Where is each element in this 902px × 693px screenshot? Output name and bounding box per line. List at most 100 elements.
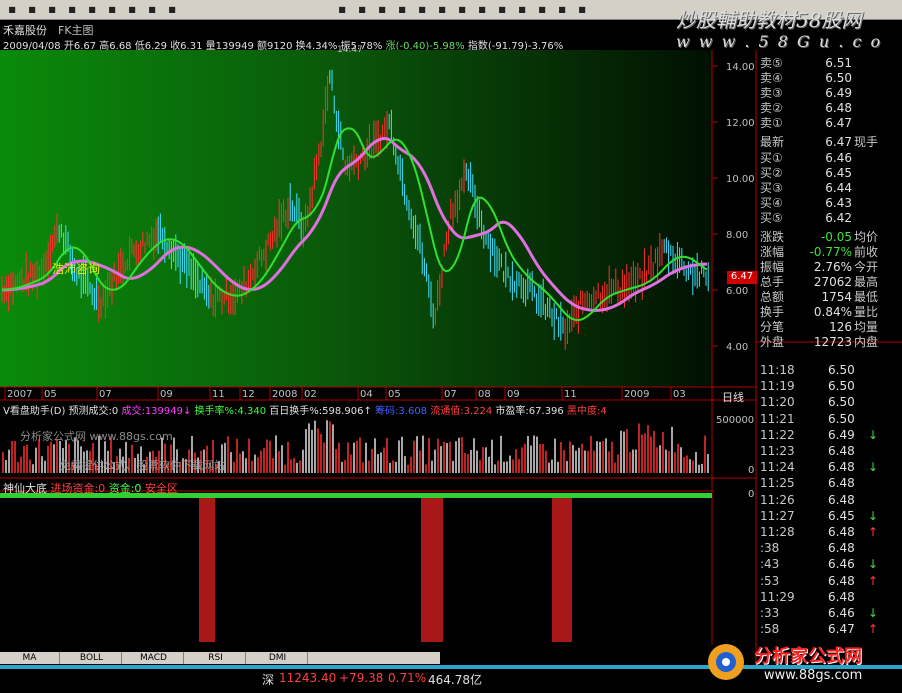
vol-max: 500000 — [716, 415, 755, 426]
tick-arrow: ↓ — [868, 557, 879, 572]
quote-value: 12723 — [813, 335, 852, 349]
price-tick-label: 14.00 — [726, 62, 755, 73]
vol-min: 0 — [748, 465, 755, 476]
date-label: 11 — [564, 389, 577, 400]
quote-label: 涨幅 — [760, 245, 785, 259]
quote-label: 买③ — [760, 181, 783, 195]
quote-value: 6.50 — [825, 71, 852, 85]
tick-time: 11:23 — [760, 444, 795, 458]
tick-arrow: ↓ — [868, 606, 879, 620]
vol-ltz: 流通值:3.224 — [430, 406, 493, 417]
quote-row: 买④ 6.43 — [756, 196, 902, 211]
tick-arrow: ↓ — [868, 460, 879, 475]
date-label: 09 — [160, 389, 173, 400]
quote-label: 买② — [760, 166, 783, 180]
vol-turn: 换手率%:4.340 — [194, 406, 267, 417]
quote-row: 振幅 2.76% 今开 — [756, 260, 902, 275]
tick-time: 11:22 — [760, 427, 795, 442]
date-label: 04 — [360, 389, 373, 400]
date-label: 02 — [304, 389, 317, 400]
logo-flower-icon — [708, 644, 744, 680]
quote-label: 外盘 — [760, 335, 785, 349]
quote-value: 6.45 — [825, 166, 852, 180]
quote-value: 6.42 — [825, 211, 852, 225]
quote-value: 6.51 — [825, 56, 852, 70]
tick-row: 11:25 6.48 — [756, 475, 902, 491]
bottom-a: 进场资金:0 — [50, 482, 106, 495]
quote-value: 6.46 — [825, 151, 852, 165]
tick-row: 11:21 6.50 — [756, 411, 902, 427]
tab-macd[interactable]: MACD — [124, 652, 184, 664]
tick-price: 6.45 — [828, 508, 855, 523]
price-tick-label: 4.00 — [726, 342, 748, 353]
quote-row: 卖⑤ 6.51 — [756, 56, 902, 71]
quote-row: 涨幅 -0.77% 前收 — [756, 245, 902, 260]
vol-panel-header: V看盘助手(D) 预测成交:0 成交:139949↓ 换手率%:4.340 百日… — [3, 402, 607, 417]
quote-value: -0.77% — [809, 245, 852, 259]
quote-row: 分笔 126 均量 — [756, 320, 902, 335]
date-label: 08 — [478, 389, 491, 400]
price-tick-label: 8.00 — [726, 230, 748, 241]
quote-right-label: 最低 — [854, 290, 879, 304]
quote-label: 总额 — [760, 290, 785, 304]
tick-time: 11:29 — [760, 589, 795, 604]
quote-label: 卖⑤ — [760, 56, 783, 70]
date-label: 2007 — [7, 389, 32, 400]
tick-price: 6.48 — [828, 460, 855, 475]
tick-price: 6.50 — [828, 395, 855, 410]
tick-row: 11:22 6.49 ↓ — [756, 427, 902, 443]
high-price-label: 14.47 — [337, 45, 363, 55]
quote-row: 卖② 6.48 — [756, 101, 902, 116]
bottom-b: 资金:0 — [108, 482, 142, 495]
tab-boll[interactable]: BOLL — [62, 652, 122, 664]
date-label: 12 — [242, 389, 255, 400]
tab-ma[interactable]: MA — [0, 652, 60, 664]
tick-price: 6.48 — [828, 541, 855, 556]
quote-row: 最新 6.47 现手 — [756, 135, 902, 150]
tick-time: :53 — [760, 573, 780, 588]
price-tick-label: 12.00 — [726, 118, 755, 129]
vol-value: 成交:139949↓ — [121, 406, 192, 417]
status-index: 11243.40 — [279, 671, 337, 685]
tab-rsi[interactable]: RSI — [186, 652, 246, 664]
tick-price: 6.48 — [828, 444, 855, 458]
bottom-bars-group — [199, 498, 572, 642]
status-amount: 464.78亿 — [428, 673, 482, 687]
tab-dmi[interactable]: DMI — [248, 652, 308, 664]
quote-row: 总手 27062 最高 — [756, 275, 902, 290]
date-label: 2009 — [624, 389, 649, 400]
quote-value: 6.47 — [825, 135, 852, 149]
tick-row: 11:28 6.48 ↑ — [756, 524, 902, 540]
current-price-marker: 6.47 — [727, 271, 757, 284]
tick-row: :33 6.46 ↓ — [756, 605, 902, 621]
quote-label: 卖① — [760, 116, 783, 130]
chart-left-label: 浩沛咨询 — [52, 262, 101, 276]
quote-row: 外盘 12723 内盘 — [756, 335, 902, 350]
tick-row: :43 6.46 ↓ — [756, 556, 902, 572]
tick-time: 11:24 — [760, 460, 795, 475]
tick-price: 6.49 — [828, 427, 855, 442]
date-label: 2008 — [272, 389, 297, 400]
quote-right-label: 现手 — [854, 135, 879, 149]
quote-value: -0.05 — [820, 230, 852, 244]
price-ticks-group: 14.00 12.00 10.00 8.00 6.00 4.00 — [712, 62, 755, 353]
tick-row: 11:24 6.48 ↓ — [756, 459, 902, 475]
tick-row: :38 6.48 — [756, 540, 902, 556]
period-label[interactable]: 日线 — [722, 389, 744, 405]
logo-url: www.88gs.com — [764, 668, 863, 683]
quote-label: 买① — [760, 151, 783, 165]
indicator-tabs: MA BOLL MACD RSI DMI — [0, 652, 440, 664]
date-label: 03 — [673, 389, 686, 400]
site-logo: 分析家公式网 www.88gs.com — [700, 632, 902, 692]
date-label: 05 — [388, 389, 401, 400]
date-label: 11 — [212, 389, 225, 400]
quote-value: 6.43 — [825, 196, 852, 210]
vol-title: V看盘助手(D) 预测成交:0 — [3, 406, 119, 417]
tick-price: 6.50 — [828, 379, 855, 394]
bottom-c: 安全区 — [144, 482, 178, 495]
tick-price: 6.50 — [828, 363, 855, 377]
tick-price: 6.46 — [828, 606, 855, 620]
tick-row: :53 6.48 ↑ — [756, 573, 902, 589]
quote-row: 换手 0.84% 量比 — [756, 305, 902, 320]
quote-right-label: 前收 — [854, 245, 879, 259]
